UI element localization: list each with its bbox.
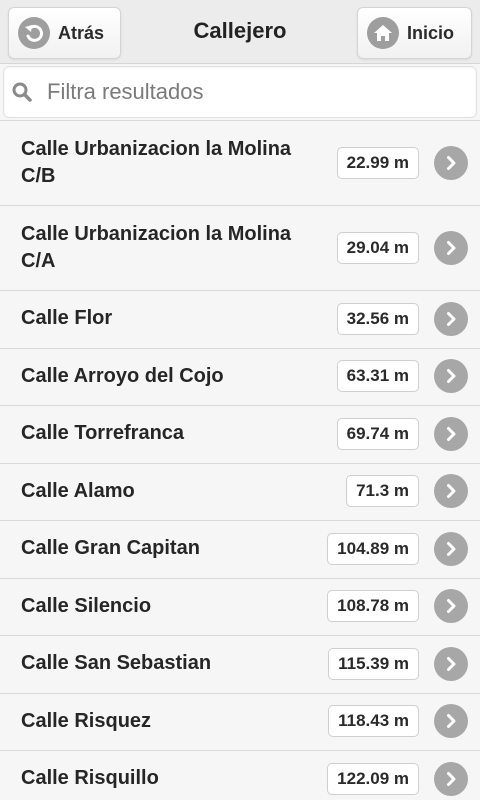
search-icon xyxy=(11,81,33,103)
list-item[interactable]: Calle Urbanizacion la Molina C/A 29.04 m xyxy=(0,206,480,291)
street-name: Calle Risquillo xyxy=(21,767,159,789)
list-item[interactable]: Calle Torrefranca 69.74 m xyxy=(0,406,480,464)
list-item[interactable]: Calle Gran Capitan 104.89 m xyxy=(0,521,480,579)
search-field[interactable]: Filtra resultados xyxy=(3,66,477,118)
street-name: Calle Urbanizacion la Molina C/B xyxy=(21,138,292,187)
distance-badge: 104.89 m xyxy=(327,532,419,565)
distance-badge: 29.04 m xyxy=(336,231,419,264)
back-button-label: Atrás xyxy=(58,22,105,43)
search-input[interactable]: Filtra resultados xyxy=(47,79,204,105)
chevron-right-icon[interactable] xyxy=(434,301,468,336)
street-name: Calle Torrefranca xyxy=(21,422,185,444)
list-item[interactable]: Calle Arroyo del Cojo 63.31 m xyxy=(0,348,480,406)
distance-badge: 118.43 m xyxy=(328,705,419,738)
page-title: Callejero xyxy=(193,18,287,43)
distance-badge: 71.3 m xyxy=(346,475,419,508)
chevron-right-icon[interactable] xyxy=(434,589,468,624)
list-item[interactable]: Calle San Sebastian 115.39 m xyxy=(0,636,480,694)
list-item[interactable]: Calle Flor 32.56 m xyxy=(0,291,480,349)
home-icon xyxy=(367,17,399,49)
list-item[interactable]: Calle Urbanizacion la Molina C/B 22.99 m xyxy=(0,121,480,206)
distance-badge: 108.78 m xyxy=(327,590,419,623)
distance-badge: 32.56 m xyxy=(336,302,419,335)
street-name: Calle Alamo xyxy=(21,479,135,502)
chevron-right-icon[interactable] xyxy=(434,145,468,180)
chevron-right-icon[interactable] xyxy=(434,416,468,451)
street-name: Calle Silencio xyxy=(21,594,152,617)
chevron-right-icon[interactable] xyxy=(434,704,468,739)
chevron-right-icon[interactable] xyxy=(434,531,468,566)
distance-badge: 22.99 m xyxy=(336,146,419,179)
back-arrow-icon xyxy=(18,17,50,49)
chevron-right-icon[interactable] xyxy=(434,359,468,394)
chevron-right-icon[interactable] xyxy=(434,474,468,509)
home-button[interactable]: Inicio xyxy=(357,7,472,59)
list-item[interactable]: Calle Risquez 118.43 m xyxy=(0,693,480,751)
street-list: Calle Urbanizacion la Molina C/B 22.99 mC… xyxy=(0,120,480,800)
distance-badge: 122.09 m xyxy=(327,762,419,795)
chevron-right-icon[interactable] xyxy=(434,646,468,681)
street-name: Calle Risquez xyxy=(21,709,152,732)
street-name: Calle Flor xyxy=(21,307,113,329)
list-item[interactable]: Calle Risquillo 122.09 m xyxy=(0,751,480,800)
street-name: Calle San Sebastian xyxy=(21,652,212,674)
distance-badge: 115.39 m xyxy=(328,647,419,680)
list-item[interactable]: Calle Alamo 71.3 m xyxy=(0,463,480,521)
street-name: Calle Arroyo del Cojo xyxy=(21,364,224,387)
distance-badge: 69.74 m xyxy=(336,417,419,450)
header-bar: Atrás Callejero Inicio xyxy=(0,0,480,64)
street-name: Calle Gran Capitan xyxy=(21,537,200,559)
street-name: Calle Urbanizacion la Molina C/A xyxy=(21,223,292,272)
back-button[interactable]: Atrás xyxy=(8,7,121,59)
home-button-label: Inicio xyxy=(407,22,455,43)
chevron-right-icon[interactable] xyxy=(434,230,468,265)
chevron-right-icon[interactable] xyxy=(434,761,468,796)
distance-badge: 63.31 m xyxy=(336,360,419,393)
list-item[interactable]: Calle Silencio 108.78 m xyxy=(0,578,480,636)
